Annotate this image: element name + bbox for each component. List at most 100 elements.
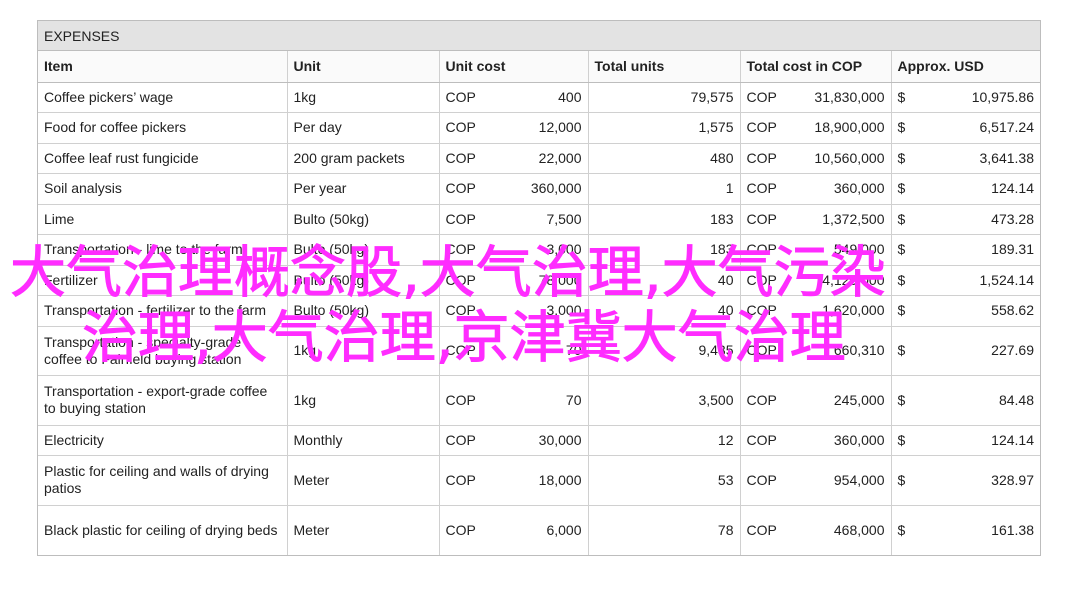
cell-usd: $161.38 <box>891 505 1040 555</box>
item-text: Transportation - export-grade coffee to … <box>44 383 268 417</box>
total-units-value: 1,575 <box>698 119 734 136</box>
unit-cost-value: 78,000 <box>538 271 582 288</box>
cell-usd: $227.69 <box>891 326 1040 376</box>
total-units-value: 12 <box>717 431 734 448</box>
cell-unit: Bulto (50kg) <box>287 265 440 296</box>
cell-item: Lime <box>38 204 288 235</box>
dollar-sign: $ <box>897 471 906 488</box>
cell-unit: 1kg <box>287 326 440 376</box>
cell-unit: Bulto (50kg) <box>287 204 440 235</box>
cell-total-units: 3,500 <box>588 375 741 426</box>
usd-value: 473.28 <box>991 210 1034 227</box>
cell-total-units: 480 <box>588 143 741 174</box>
table-row: Plastic for ceiling and walls of drying … <box>38 455 1040 506</box>
unit-text: Meter <box>293 521 330 538</box>
currency-label: COP <box>746 302 777 319</box>
unit-cost-value: 3,000 <box>546 241 582 258</box>
cell-unit: Per day <box>287 112 440 144</box>
item-text: Transportation - fertilizer to the farm <box>44 302 267 319</box>
usd-value: 1,524.14 <box>979 271 1035 288</box>
cell-unit: 1kg <box>287 375 440 426</box>
table-row: Lime Bulto (50kg) COP 7,500 183 COP 1,372,500 $… <box>38 204 1040 235</box>
currency-label: COP <box>746 271 777 288</box>
cell-unit: Meter <box>287 505 440 555</box>
table-row: Transportation - fertilizer to the farm B… <box>38 295 1040 327</box>
cell-item: Plastic for ceiling and walls of drying … <box>38 455 288 506</box>
total-units-value: 9,435 <box>698 342 734 359</box>
cell-usd: $3,641.38 <box>891 143 1040 174</box>
unit-cost-value: 3,000 <box>546 302 582 319</box>
usd-value: 6,517.24 <box>979 119 1035 136</box>
expenses-table: Item Unit Unit cost Total units Total co… <box>38 51 1040 555</box>
cell-unit-cost: COP 22,000 <box>439 143 589 174</box>
table-body: Coffee pickers’ wage 1kg COP 400 79,575 COP 31… <box>38 82 1040 555</box>
currency-label: COP <box>746 149 777 166</box>
cell-unit: Bulto (50kg) <box>287 234 440 266</box>
unit-text: 1kg <box>293 342 317 359</box>
item-text: Fertilizer <box>44 271 98 288</box>
cell-total-cost: COP 245,000 <box>740 375 892 426</box>
table-row: Transportation - lime to the farm Bulto (… <box>38 234 1040 266</box>
cell-total-units: 53 <box>588 455 741 506</box>
total-units-value: 480 <box>710 149 734 166</box>
table-row: Transportation - specialty-grade coffee … <box>38 326 1040 376</box>
currency-label: COP <box>445 342 476 359</box>
unit-cost-value: 30,000 <box>538 431 582 448</box>
total-cost-value: 18,900,000 <box>814 119 885 136</box>
currency-label: COP <box>445 149 476 166</box>
table-row: Food for coffee pickers Per day COP 12,000 1… <box>38 112 1040 144</box>
dollar-sign: $ <box>897 302 906 319</box>
cell-total-units: 1,575 <box>588 112 741 144</box>
table-row: Electricity Monthly COP 30,000 12 COP 360,000 $… <box>38 425 1040 456</box>
unit-text: 1kg <box>293 391 317 408</box>
cell-total-units: 183 <box>588 234 741 266</box>
total-units-value: 183 <box>710 241 734 258</box>
item-text: Transportation - specialty-grade coffee … <box>44 333 242 367</box>
cell-usd: $10,975.86 <box>891 82 1040 113</box>
total-units-value: 78 <box>717 521 734 538</box>
dollar-sign: $ <box>897 431 906 448</box>
cell-total-units: 40 <box>588 265 741 296</box>
cell-total-cost: COP 18,900,000 <box>740 112 892 144</box>
dollar-sign: $ <box>897 180 906 197</box>
currency-label: COP <box>746 521 777 538</box>
dollar-sign: $ <box>897 88 906 105</box>
currency-label: COP <box>746 180 777 197</box>
header-approx-usd: Approx. USD <box>891 51 1040 83</box>
currency-label: COP <box>445 180 476 197</box>
unit-cost-value: 7,500 <box>546 210 582 227</box>
cell-item: Soil analysis <box>38 173 288 205</box>
cell-total-cost: COP 1,620,000 <box>740 295 892 327</box>
cell-usd: $124.14 <box>891 173 1040 205</box>
usd-value: 124.14 <box>991 431 1034 448</box>
table-row: Fertilizer Bulto (50kg) COP 78,000 40 COP 4,12… <box>38 265 1040 296</box>
usd-value: 3,641.38 <box>979 149 1035 166</box>
currency-label: COP <box>445 471 476 488</box>
cell-total-cost: COP 10,560,000 <box>740 143 892 174</box>
cell-unit-cost: COP 3,000 <box>439 234 589 266</box>
currency-label: COP <box>746 210 777 227</box>
total-units-value: 3,500 <box>698 391 734 408</box>
header-total-cost-cop: Total cost in COP <box>740 51 892 83</box>
usd-value: 10,975.86 <box>971 88 1034 105</box>
cell-total-units: 40 <box>588 295 741 327</box>
item-text: Electricity <box>44 431 104 448</box>
cell-total-units: 78 <box>588 505 741 555</box>
unit-cost-value: 6,000 <box>546 521 582 538</box>
cell-unit-cost: COP 6,000 <box>439 505 589 555</box>
unit-text: Bulto (50kg) <box>293 302 369 319</box>
cell-usd: $558.62 <box>891 295 1040 327</box>
cell-total-units: 183 <box>588 204 741 235</box>
unit-cost-value: 400 <box>558 88 582 105</box>
currency-label: COP <box>445 302 476 319</box>
cell-total-cost: COP 360,000 <box>740 173 892 205</box>
dollar-sign: $ <box>897 342 906 359</box>
cell-unit-cost: COP 70 <box>439 326 589 376</box>
table-row: Coffee pickers’ wage 1kg COP 400 79,575 COP 31… <box>38 82 1040 113</box>
cell-unit: Per year <box>287 173 440 205</box>
cell-total-cost: COP 4,120,000 <box>740 265 892 296</box>
unit-text: 1kg <box>293 88 317 105</box>
currency-label: COP <box>445 391 476 408</box>
total-cost-value: 1,620,000 <box>822 302 885 319</box>
currency-label: COP <box>445 119 476 136</box>
